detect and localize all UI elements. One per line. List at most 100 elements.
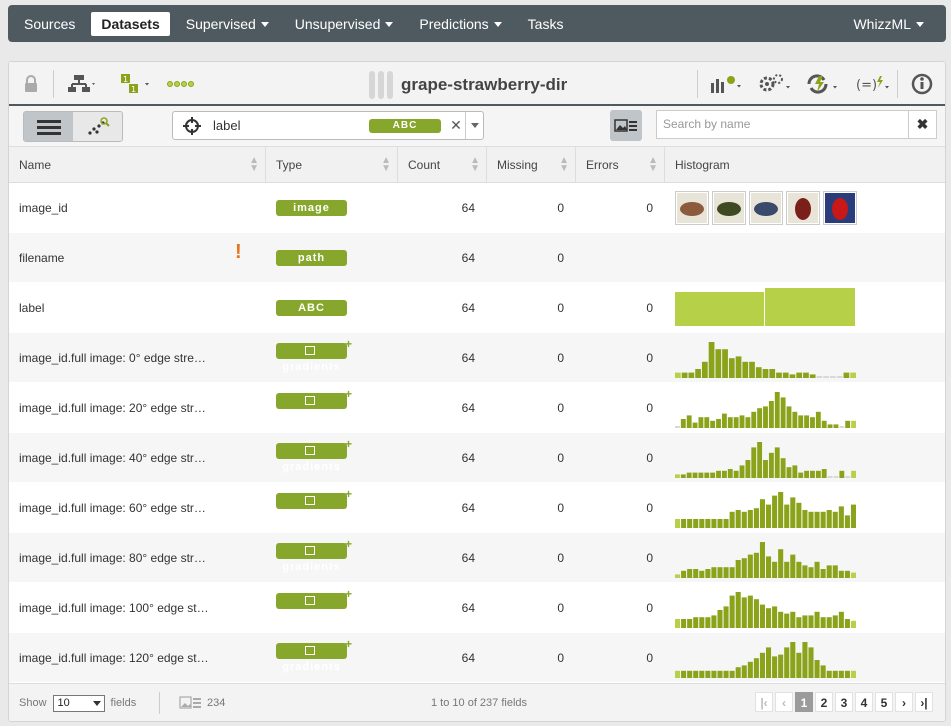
table-row[interactable]: image_id.full image: 120° edge st… gradi… [9,633,945,683]
histogram-bar [792,411,798,428]
histogram-settings-icon[interactable] [709,72,743,96]
strawberry-red-thumbnail[interactable] [823,190,857,225]
histogram-cell[interactable] [665,633,945,683]
histogram-bar [693,568,699,578]
search-input[interactable]: Search by name [656,110,909,139]
nav-tasks[interactable]: Tasks [518,12,574,36]
table-row[interactable]: filename! path 64 0 [9,233,945,283]
dots-icon[interactable] [167,72,195,96]
list-view-button[interactable] [24,112,73,141]
histogram-bar [735,355,742,378]
histogram-cell[interactable] [665,233,945,283]
table-row[interactable]: image_id.full image: 80° edge str… gradi… [9,533,945,583]
sort-icon: ▲ ▼ [470,155,480,174]
table-row[interactable]: image_id image 64 0 0 [9,183,945,233]
histogram-bar [741,557,747,578]
nav-sources[interactable]: Sources [14,12,85,36]
col-type[interactable]: Type ▲ ▼ [266,147,398,183]
histogram-cell[interactable] [665,283,945,333]
chevron-down-icon [260,22,269,28]
search-clear-button[interactable]: ✖ [909,110,937,139]
page-5[interactable]: 5 [875,692,893,712]
model-tree-icon[interactable] [67,72,97,96]
last-page-button[interactable]: ›| [915,692,933,712]
histogram-bar [705,616,711,628]
histogram-bar [802,564,808,578]
prev-page-button[interactable]: ‹ [775,692,793,712]
histogram-bar [675,670,681,678]
histogram-cell[interactable] [665,433,945,483]
col-name[interactable]: Name ▲ ▼ [9,147,266,183]
histogram-cell[interactable] [665,483,945,533]
histogram-cell[interactable] [665,183,945,233]
strawberry-thumbnail[interactable] [786,190,820,225]
histogram-bar [741,511,747,528]
page-1[interactable]: 1 [795,692,813,712]
histogram-bar [753,598,759,628]
histogram-bar [796,372,803,378]
col-missing[interactable]: Missing ▲ ▼ [487,147,576,183]
histogram-bar [763,459,768,478]
type-badge: gradients + [276,587,352,623]
histogram-bar [762,368,769,378]
grape-leaf-thumbnail[interactable] [712,190,746,225]
gears-icon[interactable] [757,72,793,96]
histogram-bar [816,375,823,378]
field-count: 64 [461,400,475,415]
dataset-digits-icon[interactable]: 11 [119,72,151,96]
image-list-icon [614,118,637,132]
formula-icon[interactable]: (=) [855,72,891,96]
histogram-bar [693,670,699,678]
table-row[interactable]: image_id.full image: 20° edge str… gradi… [9,383,945,433]
table-row[interactable]: image_id.full image: 0° edge stre… gradi… [9,333,945,383]
histogram-bar [803,372,809,378]
histogram-bar [741,664,747,678]
image-list-toggle[interactable] [610,110,642,141]
first-page-button[interactable]: |‹ [755,692,773,712]
lightning-cycle-icon[interactable] [805,72,841,96]
field-name: image_id.full image: 100° edge st… [19,600,209,615]
gradients-icon [305,545,315,555]
histogram-bar [751,411,757,428]
histogram-cell[interactable] [665,333,945,383]
field-selector[interactable]: label ABC ✕ [172,111,484,140]
info-icon[interactable] [911,72,933,96]
histogram-cell[interactable] [665,583,945,633]
field-errors: 0 [646,200,653,215]
page-3[interactable]: 3 [835,692,853,712]
histogram-bar [792,464,798,478]
user-menu[interactable]: WhizzML [843,12,934,36]
col-count[interactable]: Count ▲ ▼ [398,147,487,183]
page-4[interactable]: 4 [855,692,873,712]
nav-unsupervised[interactable]: Unsupervised [285,12,404,36]
close-icon[interactable]: ✕ [447,117,465,134]
nav-supervised[interactable]: Supervised [176,12,279,36]
page-2[interactable]: 2 [815,692,833,712]
nav-datasets[interactable]: Datasets [91,11,170,36]
histogram-bar [786,405,792,428]
scatter-view-button[interactable] [73,112,122,141]
table-row[interactable]: image_id.full image: 100° edge st… gradi… [9,583,945,633]
histogram-bar [802,509,808,528]
per-page-select[interactable]: 10 [52,694,105,712]
histogram-cell[interactable] [665,533,945,583]
gradients-icon [305,345,315,355]
grape-thumbnail[interactable] [675,190,709,225]
nav-predictions[interactable]: Predictions [409,12,511,36]
histogram-cell[interactable] [665,383,945,433]
plus-icon: + [344,436,353,451]
field-missing: 0 [557,600,564,615]
histogram-bar [747,509,753,528]
lock-icon[interactable] [23,72,39,96]
warning-icon: ! [235,240,242,263]
histogram-bar [850,620,856,628]
chevron-down-icon[interactable] [465,112,483,139]
histogram-bar [710,420,716,428]
table-row[interactable]: label ABC 64 0 0 [9,283,945,333]
table-row[interactable]: image_id.full image: 40° edge str… gradi… [9,433,945,483]
field-missing: 0 [557,250,564,265]
grape-bunch-thumbnail[interactable] [749,190,783,225]
next-page-button[interactable]: › [895,692,913,712]
col-errors[interactable]: Errors ▲ ▼ [576,147,665,183]
table-row[interactable]: image_id.full image: 60° edge str… gradi… [9,483,945,533]
